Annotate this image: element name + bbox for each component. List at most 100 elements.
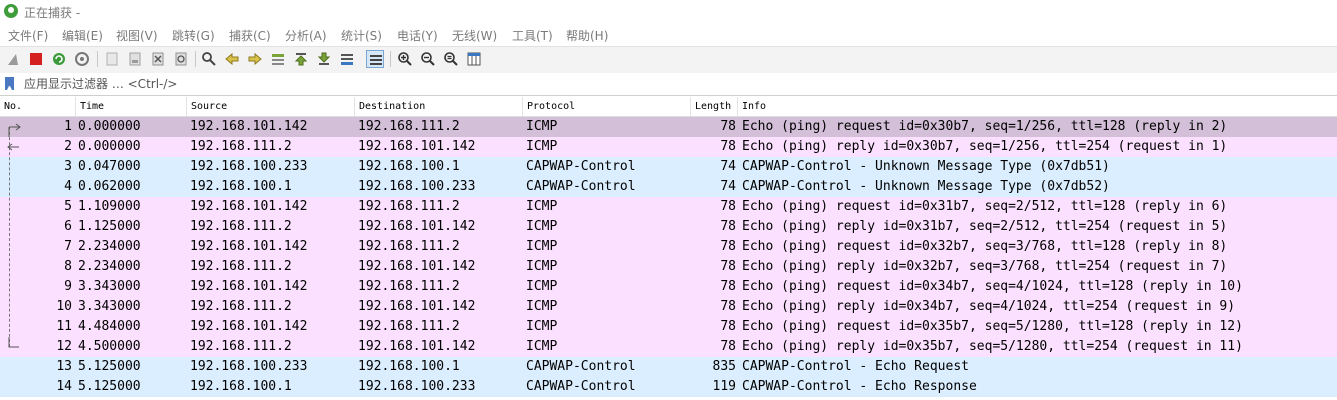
- menu-wireless[interactable]: 无线(W): [452, 27, 497, 44]
- find-packet-button[interactable]: [200, 50, 218, 68]
- reload-icon: [175, 52, 187, 66]
- resize-columns-button[interactable]: [465, 50, 483, 68]
- title-bar: 正在捕获 -: [0, 0, 1337, 24]
- menu-go[interactable]: 跳转(G): [172, 27, 215, 44]
- stop-capture-button[interactable]: [27, 50, 45, 68]
- packet-row[interactable]: 5 1.109000 192.168.101.142 192.168.111.2 ICM…: [0, 197, 1337, 217]
- toolbar-separator: [390, 51, 391, 67]
- packet-number-cell: 14: [56, 379, 72, 394]
- packet-destination-cell: 192.168.100.233: [358, 179, 476, 194]
- column-header-info[interactable]: Info: [738, 97, 1337, 116]
- packet-time-cell: 0.000000: [78, 139, 141, 154]
- packet-source-cell: 192.168.100.1: [190, 379, 292, 394]
- first-packet-button[interactable]: [292, 50, 310, 68]
- packet-number-cell: 4: [64, 179, 72, 194]
- packet-row[interactable]: 11 4.484000 192.168.101.142 192.168.111.2 IC…: [0, 317, 1337, 337]
- packet-length-cell: 78: [720, 279, 736, 294]
- autoscroll-button[interactable]: [338, 50, 356, 68]
- column-header-destination[interactable]: Destination: [355, 97, 523, 116]
- menu-telephony[interactable]: 电话(Y): [397, 27, 438, 44]
- packet-row[interactable]: 3 0.047000 192.168.100.233 192.168.100.1 CAP…: [0, 157, 1337, 177]
- packet-info-cell: Echo (ping) request id=0x35b7, seq=5/128…: [742, 319, 1243, 334]
- packet-length-cell: 78: [720, 339, 736, 354]
- open-file-button[interactable]: [103, 50, 121, 68]
- packet-source-cell: 192.168.111.2: [190, 299, 292, 314]
- packet-source-cell: 192.168.100.233: [190, 359, 308, 374]
- packet-number-cell: 8: [64, 259, 72, 274]
- packet-row[interactable]: 10 3.343000 192.168.111.2 192.168.101.142 IC…: [0, 297, 1337, 317]
- packet-info-cell: Echo (ping) reply id=0x35b7, seq=5/1280,…: [742, 339, 1243, 354]
- packet-source-cell: 192.168.111.2: [190, 259, 292, 274]
- packet-list-header: No. Time Source Destination Protocol Len…: [0, 97, 1337, 117]
- go-to-packet-icon: [272, 54, 284, 65]
- packet-length-cell: 78: [720, 219, 736, 234]
- packet-row[interactable]: 14 5.125000 192.168.100.1 192.168.100.233 CA…: [0, 377, 1337, 397]
- packet-row[interactable]: 12 4.500000 192.168.111.2 192.168.101.142 IC…: [0, 337, 1337, 357]
- packet-row[interactable]: 6 1.125000 192.168.111.2 192.168.101.142 ICM…: [0, 217, 1337, 237]
- go-to-packet-button[interactable]: [269, 50, 287, 68]
- stop-icon: [30, 53, 42, 65]
- reply-arrow-icon: [2, 137, 22, 157]
- packet-time-cell: 2.234000: [78, 239, 141, 254]
- menu-statistics[interactable]: 统计(S): [341, 27, 382, 44]
- colorize-button[interactable]: [366, 50, 384, 68]
- first-packet-icon: [294, 53, 308, 66]
- display-filter-bar: [0, 73, 1337, 96]
- packet-row[interactable]: 1 0.000000 192.168.101.142 192.168.111.2 ICM…: [0, 117, 1337, 137]
- go-back-icon: [225, 52, 239, 66]
- packet-row[interactable]: 8 2.234000 192.168.111.2 192.168.101.142 ICM…: [0, 257, 1337, 277]
- restart-capture-button[interactable]: [50, 50, 68, 68]
- start-capture-button[interactable]: [5, 50, 23, 68]
- packet-row[interactable]: 9 3.343000 192.168.101.142 192.168.111.2 ICM…: [0, 277, 1337, 297]
- packet-row[interactable]: 13 5.125000 192.168.100.233 192.168.100.1 CA…: [0, 357, 1337, 377]
- display-filter-input[interactable]: [20, 75, 1328, 92]
- restart-icon: [53, 53, 65, 65]
- shark-fin-icon: [8, 54, 18, 65]
- menu-edit[interactable]: 编辑(E): [62, 27, 103, 44]
- packet-time-cell: 3.343000: [78, 299, 141, 314]
- reload-button[interactable]: [172, 50, 190, 68]
- menu-view[interactable]: 视图(V): [116, 27, 158, 44]
- column-header-time[interactable]: Time: [76, 97, 187, 116]
- column-header-no[interactable]: No.: [0, 97, 76, 116]
- packet-row[interactable]: 2 0.000000 192.168.111.2 192.168.101.142 ICM…: [0, 137, 1337, 157]
- packet-destination-cell: 192.168.111.2: [358, 279, 460, 294]
- save-file-button[interactable]: [126, 50, 144, 68]
- column-header-protocol[interactable]: Protocol: [523, 97, 691, 116]
- packet-info-cell: Echo (ping) reply id=0x34b7, seq=4/1024,…: [742, 299, 1236, 314]
- packet-destination-cell: 192.168.111.2: [358, 119, 460, 134]
- packet-time-cell: 1.109000: [78, 199, 141, 214]
- menu-capture[interactable]: 捕获(C): [229, 27, 271, 44]
- packet-length-cell: 78: [720, 199, 736, 214]
- packet-time-cell: 1.125000: [78, 219, 141, 234]
- menu-tools[interactable]: 工具(T): [512, 27, 553, 44]
- zoom-in-icon: [398, 52, 412, 66]
- zoom-normal-button[interactable]: [442, 50, 460, 68]
- packet-length-cell: 119: [712, 379, 736, 394]
- packet-time-cell: 4.484000: [78, 319, 141, 334]
- packet-destination-cell: 192.168.111.2: [358, 239, 460, 254]
- column-header-length[interactable]: Length: [691, 97, 738, 116]
- bookmark-icon[interactable]: [5, 77, 14, 90]
- menu-file[interactable]: 文件(F): [8, 27, 48, 44]
- last-packet-button[interactable]: [315, 50, 333, 68]
- packet-length-cell: 78: [720, 259, 736, 274]
- column-header-source[interactable]: Source: [187, 97, 355, 116]
- packet-protocol-cell: ICMP: [526, 299, 558, 314]
- packet-source-cell: 192.168.101.142: [190, 199, 308, 214]
- packet-info-cell: CAPWAP-Control - Unknown Message Type (0…: [742, 179, 1110, 194]
- go-back-button[interactable]: [223, 50, 241, 68]
- menu-help[interactable]: 帮助(H): [566, 27, 608, 44]
- packet-row[interactable]: 7 2.234000 192.168.101.142 192.168.111.2 ICM…: [0, 237, 1337, 257]
- go-forward-button[interactable]: [246, 50, 264, 68]
- packet-source-cell: 192.168.101.142: [190, 239, 308, 254]
- close-file-button[interactable]: [149, 50, 167, 68]
- packet-length-cell: 74: [720, 179, 736, 194]
- packet-row[interactable]: 4 0.062000 192.168.100.1 192.168.100.233 CAP…: [0, 177, 1337, 197]
- menu-analyze[interactable]: 分析(A): [285, 27, 327, 44]
- packet-protocol-cell: CAPWAP-Control: [526, 159, 636, 174]
- packet-info-cell: Echo (ping) request id=0x32b7, seq=3/768…: [742, 239, 1228, 254]
- zoom-out-button[interactable]: [419, 50, 437, 68]
- zoom-in-button[interactable]: [396, 50, 414, 68]
- capture-options-button[interactable]: [73, 50, 91, 68]
